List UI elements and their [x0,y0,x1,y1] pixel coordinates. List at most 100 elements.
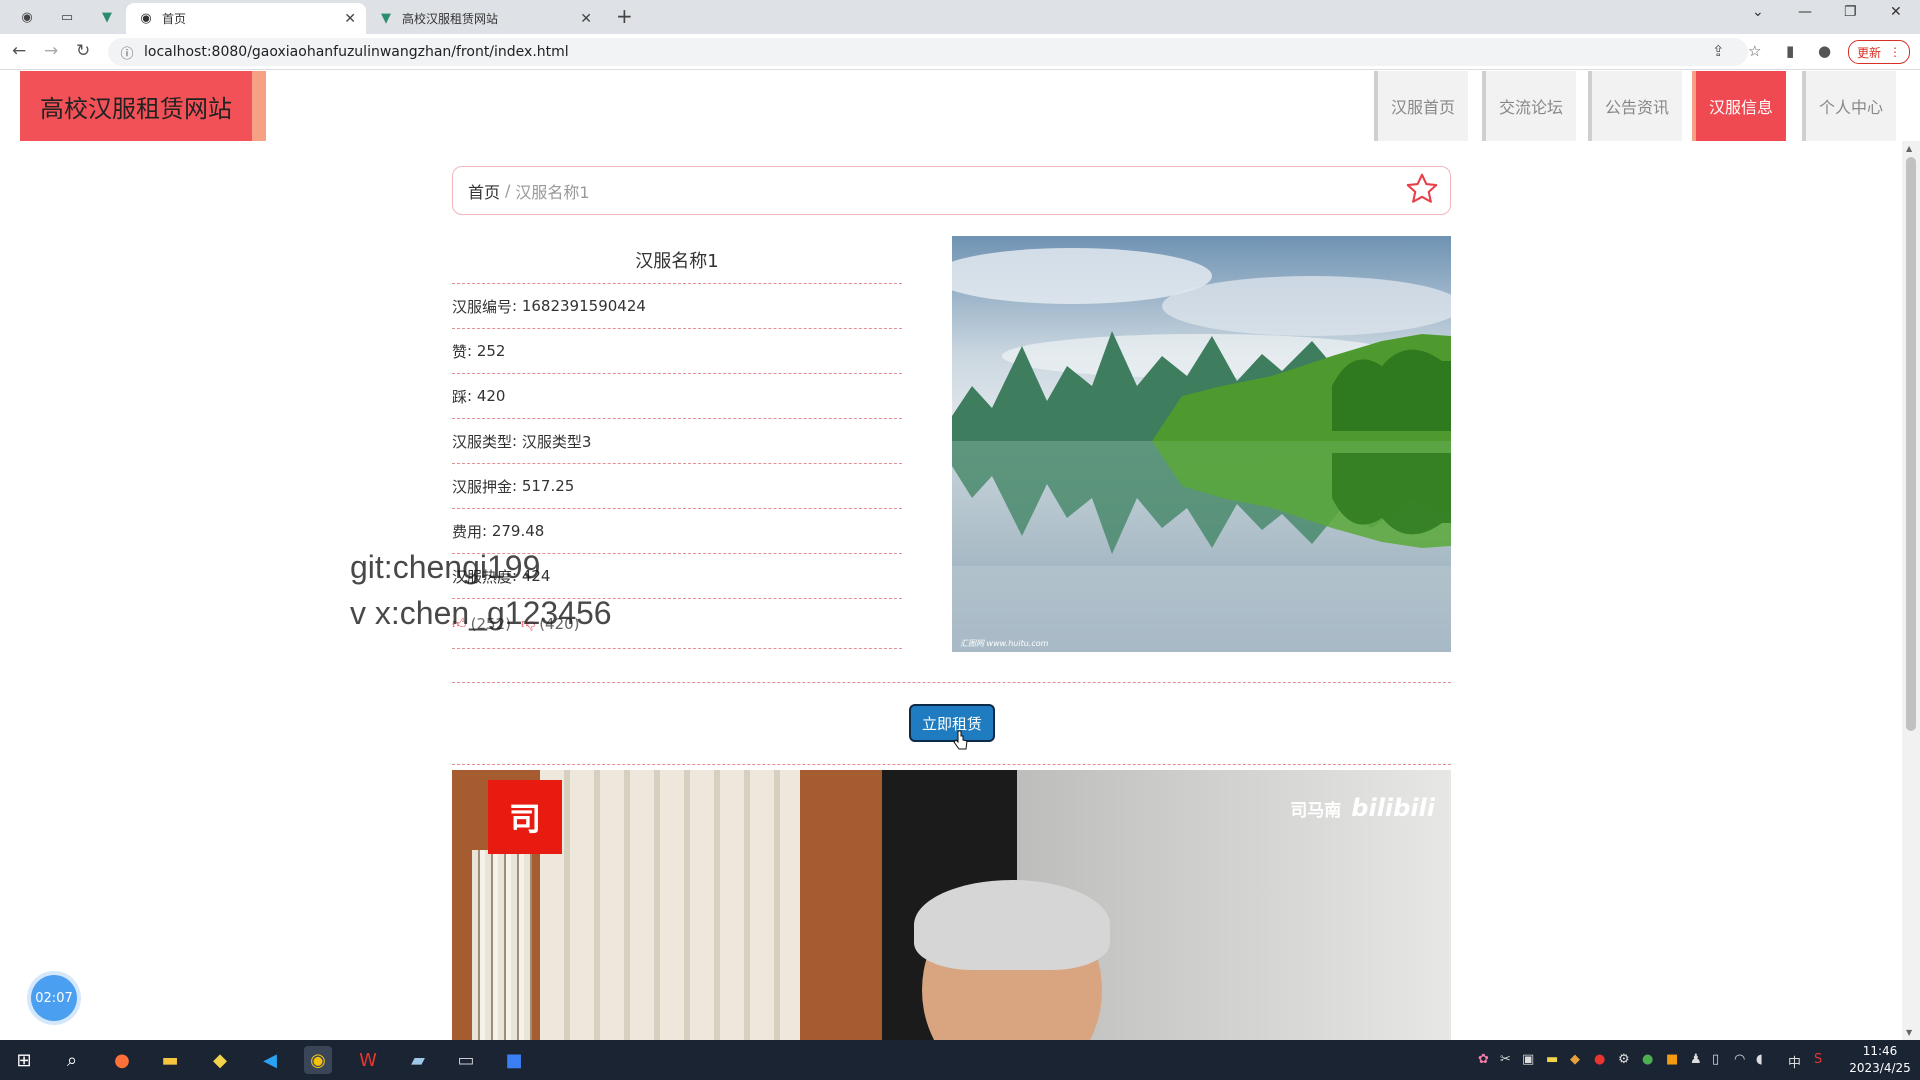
breadcrumb-separator: / [505,181,511,200]
tray-app-icon[interactable]: ⚙ [1618,1052,1630,1067]
detail-row-id: 汉服编号: 1682391590424 [452,284,902,329]
detail-value: 252 [476,342,506,360]
landscape-illustration [952,236,1451,652]
detail-value: 420 [476,387,506,405]
windows-start-icon[interactable]: ⊞ [10,1046,38,1074]
pinned-tab[interactable]: ▭ [52,4,82,30]
favorite-star-icon[interactable] [1404,171,1440,211]
chrome-icon[interactable]: ◉ [304,1046,332,1074]
video-player[interactable]: 司 司马南 bilibili [452,770,1451,1040]
sogou-icon[interactable]: S [1814,1052,1822,1067]
tray-app-icon[interactable]: ✿ [1478,1052,1489,1067]
scroll-down-icon[interactable]: ▼ [1906,1028,1912,1037]
site-logo[interactable]: 高校汉服租赁网站 [20,71,266,141]
update-label: 更新 [1857,45,1882,60]
detail-value: 517.25 [521,477,575,495]
divider [452,682,1451,683]
hanfu-name: 汉服名称1 [452,236,902,284]
url-text: localhost:8080/gaoxiaohanfuzulinwangzhan… [144,44,569,60]
tab-search-icon[interactable]: ⌄ [1752,4,1764,20]
screen-watermark: git:chengi199 v x:chen_g123456 [350,549,612,631]
globe-icon: ◉ [21,9,33,25]
tray-app-icon[interactable]: ▬ [1546,1052,1558,1067]
battery-icon[interactable]: ▯ [1712,1052,1719,1067]
taskbar-clock[interactable]: 11:46 2023/4/25 [1846,1043,1914,1077]
breadcrumb: 首页 / 汉服名称1 [452,166,1451,215]
address-bar-row: ← → ↻ ⓘ localhost:8080/gaoxiaohanfuzulin… [0,34,1920,70]
scrollbar-thumb[interactable] [1906,157,1916,731]
volume-icon[interactable]: ◖ [1756,1052,1763,1067]
minimize-button[interactable]: — [1798,4,1812,20]
video-frame-books [472,850,532,1040]
app-icon[interactable]: ◆ [206,1046,234,1074]
breadcrumb-home[interactable]: 首页 [468,179,500,203]
browser-tab-strip: ◉ ▭ ▼ ◉ 首页 ✕ ▼ 高校汉服租赁网站 ✕ + ⌄ — ❐ ✕ [0,0,1920,34]
detail-row-deposit: 汉服押金: 517.25 [452,464,902,509]
video-frame-scrolls [540,770,800,1040]
side-panel-icon[interactable]: ▮ [1786,42,1794,60]
tray-app-icon[interactable]: ✂ [1500,1052,1511,1067]
pinned-tab[interactable]: ◉ [12,4,42,30]
detail-row-type: 汉服类型: 汉服类型3 [452,419,902,464]
tray-app-icon[interactable]: ● [1594,1052,1605,1067]
tab-title: 高校汉服租赁网站 [402,12,499,26]
nav-news[interactable]: 公告资讯 [1588,71,1682,141]
profile-icon[interactable]: ● [1818,42,1831,60]
vue-icon: ▼ [381,11,391,26]
terminal-icon[interactable]: ▭ [452,1046,480,1074]
file-explorer-icon[interactable]: ▬ [156,1046,184,1074]
tray-app-icon[interactable]: ◆ [1570,1052,1580,1067]
url-field[interactable]: ⓘ localhost:8080/gaoxiaohanfuzulinwangzh… [108,38,1748,66]
image-watermark: 汇图网 www.huitu.com [960,639,1049,648]
page-icon: ▭ [60,9,74,25]
scroll-up-icon[interactable]: ▲ [1906,144,1912,153]
close-tab-icon[interactable]: ✕ [580,11,592,27]
new-tab-button[interactable]: + [616,4,633,28]
close-tab-icon[interactable]: ✕ [344,11,356,27]
share-icon[interactable]: ⇪ [1712,42,1725,60]
divider [452,764,1451,765]
bookmark-star-icon[interactable]: ☆ [1748,42,1761,60]
video-frame-hair [914,880,1110,970]
info-icon[interactable]: ⓘ [118,43,136,62]
logo-accent [252,71,266,141]
menu-icon: ⋮ [1889,45,1902,59]
notepad-icon[interactable]: ▰ [404,1046,432,1074]
detail-value: 汉服类型3 [521,432,592,451]
nav-hanfu-home[interactable]: 汉服首页 [1374,71,1468,141]
input-method-indicator[interactable]: 中 [1788,1052,1801,1071]
close-window-button[interactable]: ✕ [1890,4,1902,20]
nav-hanfu-info[interactable]: 汉服信息 [1692,71,1786,141]
update-button[interactable]: 更新 ⋮ [1848,40,1911,64]
forward-icon[interactable]: → [44,41,58,61]
search-icon[interactable]: ⌕ [58,1046,86,1074]
browser-tab[interactable]: ▼ 高校汉服租赁网站 ✕ [366,3,602,34]
nav-personal-center[interactable]: 个人中心 [1802,71,1896,141]
intellij-icon[interactable]: ■ [500,1046,528,1074]
nav-forum[interactable]: 交流论坛 [1482,71,1576,141]
back-icon[interactable]: ← [12,41,26,61]
channel-logo: 司 [488,780,562,854]
tray-app-icon[interactable]: ▣ [1522,1052,1534,1067]
uploader-name: 司马南 [1290,801,1342,821]
page-scrollbar[interactable]: ▲ ▼ [1902,141,1920,1040]
reload-icon[interactable]: ↻ [76,41,90,61]
wps-icon[interactable]: W [354,1046,382,1074]
qq-icon[interactable]: ♟ [1690,1052,1702,1067]
tray-app-icon[interactable]: ■ [1666,1052,1678,1067]
recording-timer[interactable]: 02:07 [31,975,77,1021]
network-icon[interactable]: ◠ [1734,1052,1745,1067]
mouse-cursor-icon [953,730,969,756]
rent-now-button[interactable]: 立即租赁 [909,704,995,742]
restore-button[interactable]: ❐ [1844,4,1857,20]
taskbar: ⊞ ⌕ ● ▬ ◆ ◀ ◉ W ▰ ▭ ■ ✿ ✂ ▣ ▬ ◆ ● ⚙ ● ■ … [0,1040,1920,1080]
clock-date: 2023/4/25 [1849,1061,1911,1075]
breadcrumb-current: 汉服名称1 [515,182,590,202]
pinned-tab[interactable]: ▼ [92,4,122,30]
wechat-icon[interactable]: ● [1642,1052,1653,1067]
firefox-icon[interactable]: ● [108,1046,136,1074]
browser-tab-active[interactable]: ◉ 首页 ✕ [126,3,366,34]
brand-name: bilibili [1351,794,1435,822]
detail-row-dislikes: 踩: 420 [452,374,902,419]
vscode-icon[interactable]: ◀ [256,1046,284,1074]
